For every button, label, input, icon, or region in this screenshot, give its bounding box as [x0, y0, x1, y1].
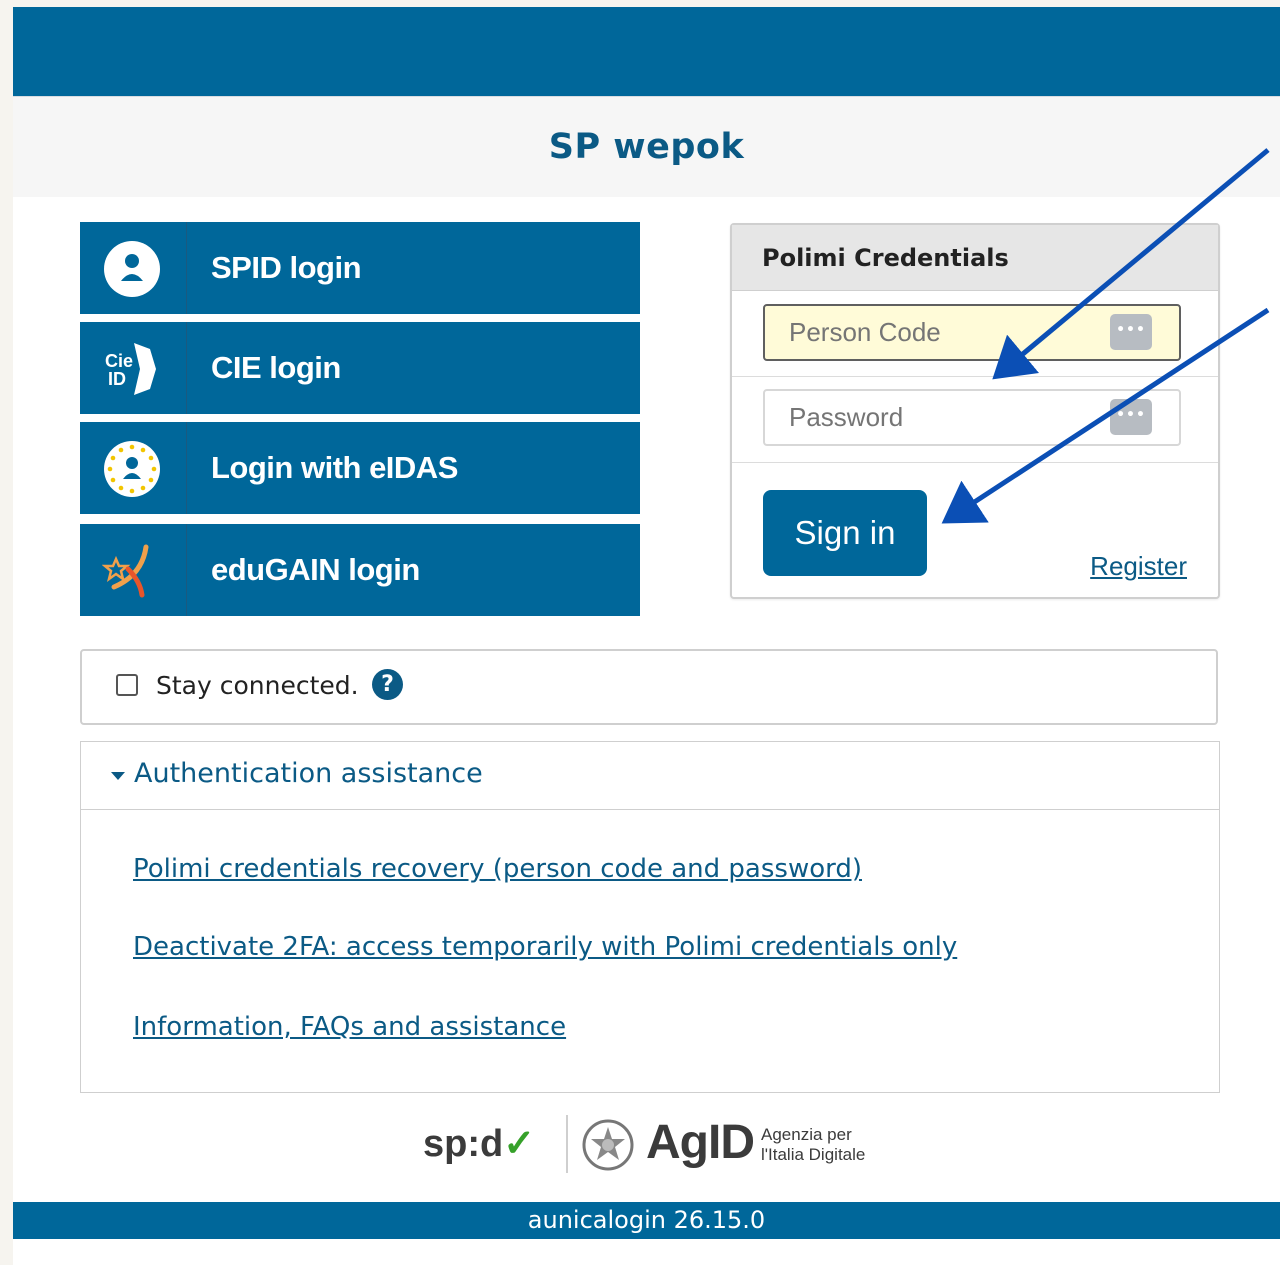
eidas-user-icon [80, 422, 187, 514]
agid-subtitle-line2: l'Italia Digitale [761, 1145, 866, 1164]
key-dots-icon[interactable]: ••• [1110, 314, 1152, 350]
cie-id-icon: Cie ID [80, 322, 187, 414]
top-header-bar [13, 7, 1280, 96]
stay-connected-checkbox[interactable] [116, 674, 138, 696]
version-text: aunicalogin 26.15.0 [527, 1206, 766, 1234]
svg-text:ID: ID [108, 369, 126, 389]
spid-login-label: SPID login [211, 250, 362, 285]
stay-connected-label: Stay connected. [156, 671, 359, 700]
agid-logo-text: AgID [646, 1116, 755, 1169]
key-dots-icon[interactable]: ••• [1110, 399, 1152, 435]
italian-emblem-icon [580, 1117, 636, 1177]
cie-login-label: CIE login [211, 350, 341, 385]
footer-version-bar: aunicalogin 26.15.0 [13, 1202, 1280, 1239]
agid-subtitle-line1: Agenzia per [761, 1125, 852, 1144]
register-link[interactable]: Register [1090, 551, 1187, 582]
spid-logo-text: sp:d [423, 1123, 504, 1165]
page-title: SP wepok [548, 127, 745, 167]
help-icon[interactable]: ? [372, 669, 403, 700]
spid-user-icon [80, 222, 187, 314]
credentials-heading: Polimi Credentials [762, 244, 1009, 272]
authentication-assistance-panel: Authentication assistance Polimi credent… [80, 741, 1220, 1093]
page: SP wepok SPID login Cie ID CIE login Log… [13, 7, 1280, 1265]
agid-subtitle: Agenzia per l'Italia Digitale [761, 1125, 865, 1165]
edugain-star-icon [80, 524, 187, 616]
stay-connected-box: Stay connected. ? [80, 649, 1218, 725]
field-divider [732, 376, 1218, 377]
caret-down-icon [111, 772, 125, 780]
spid-login-button[interactable]: SPID login [80, 222, 640, 314]
field-divider [732, 462, 1218, 463]
cie-login-button[interactable]: Cie ID CIE login [80, 322, 640, 414]
sign-in-button[interactable]: Sign in [763, 490, 927, 576]
faq-assistance-link[interactable]: Information, FAQs and assistance [133, 1012, 566, 1042]
service-title-bar: SP wepok [13, 96, 1280, 197]
check-icon: ✓ [503, 1123, 536, 1165]
eidas-login-label: Login with eIDAS [211, 450, 458, 485]
deactivate-2fa-link[interactable]: Deactivate 2FA: access temporarily with … [133, 932, 957, 962]
eidas-login-button[interactable]: Login with eIDAS [80, 422, 640, 514]
credentials-header: Polimi Credentials [732, 225, 1218, 291]
assistance-toggle[interactable]: Authentication assistance [81, 742, 1219, 810]
edugain-login-label: eduGAIN login [211, 552, 420, 587]
svg-text:Cie: Cie [105, 351, 133, 371]
assistance-heading: Authentication assistance [134, 758, 483, 789]
edugain-login-button[interactable]: eduGAIN login [80, 524, 640, 616]
logos-row: sp:d✓ AgID Agenzia per l'Italia Digitale [423, 1107, 903, 1175]
credentials-recovery-link[interactable]: Polimi credentials recovery (person code… [133, 854, 862, 884]
spid-logo: sp:d✓ [423, 1121, 535, 1166]
credentials-panel: Polimi Credentials ••• ••• Sign in Regis… [730, 223, 1220, 599]
logo-divider [566, 1115, 568, 1173]
